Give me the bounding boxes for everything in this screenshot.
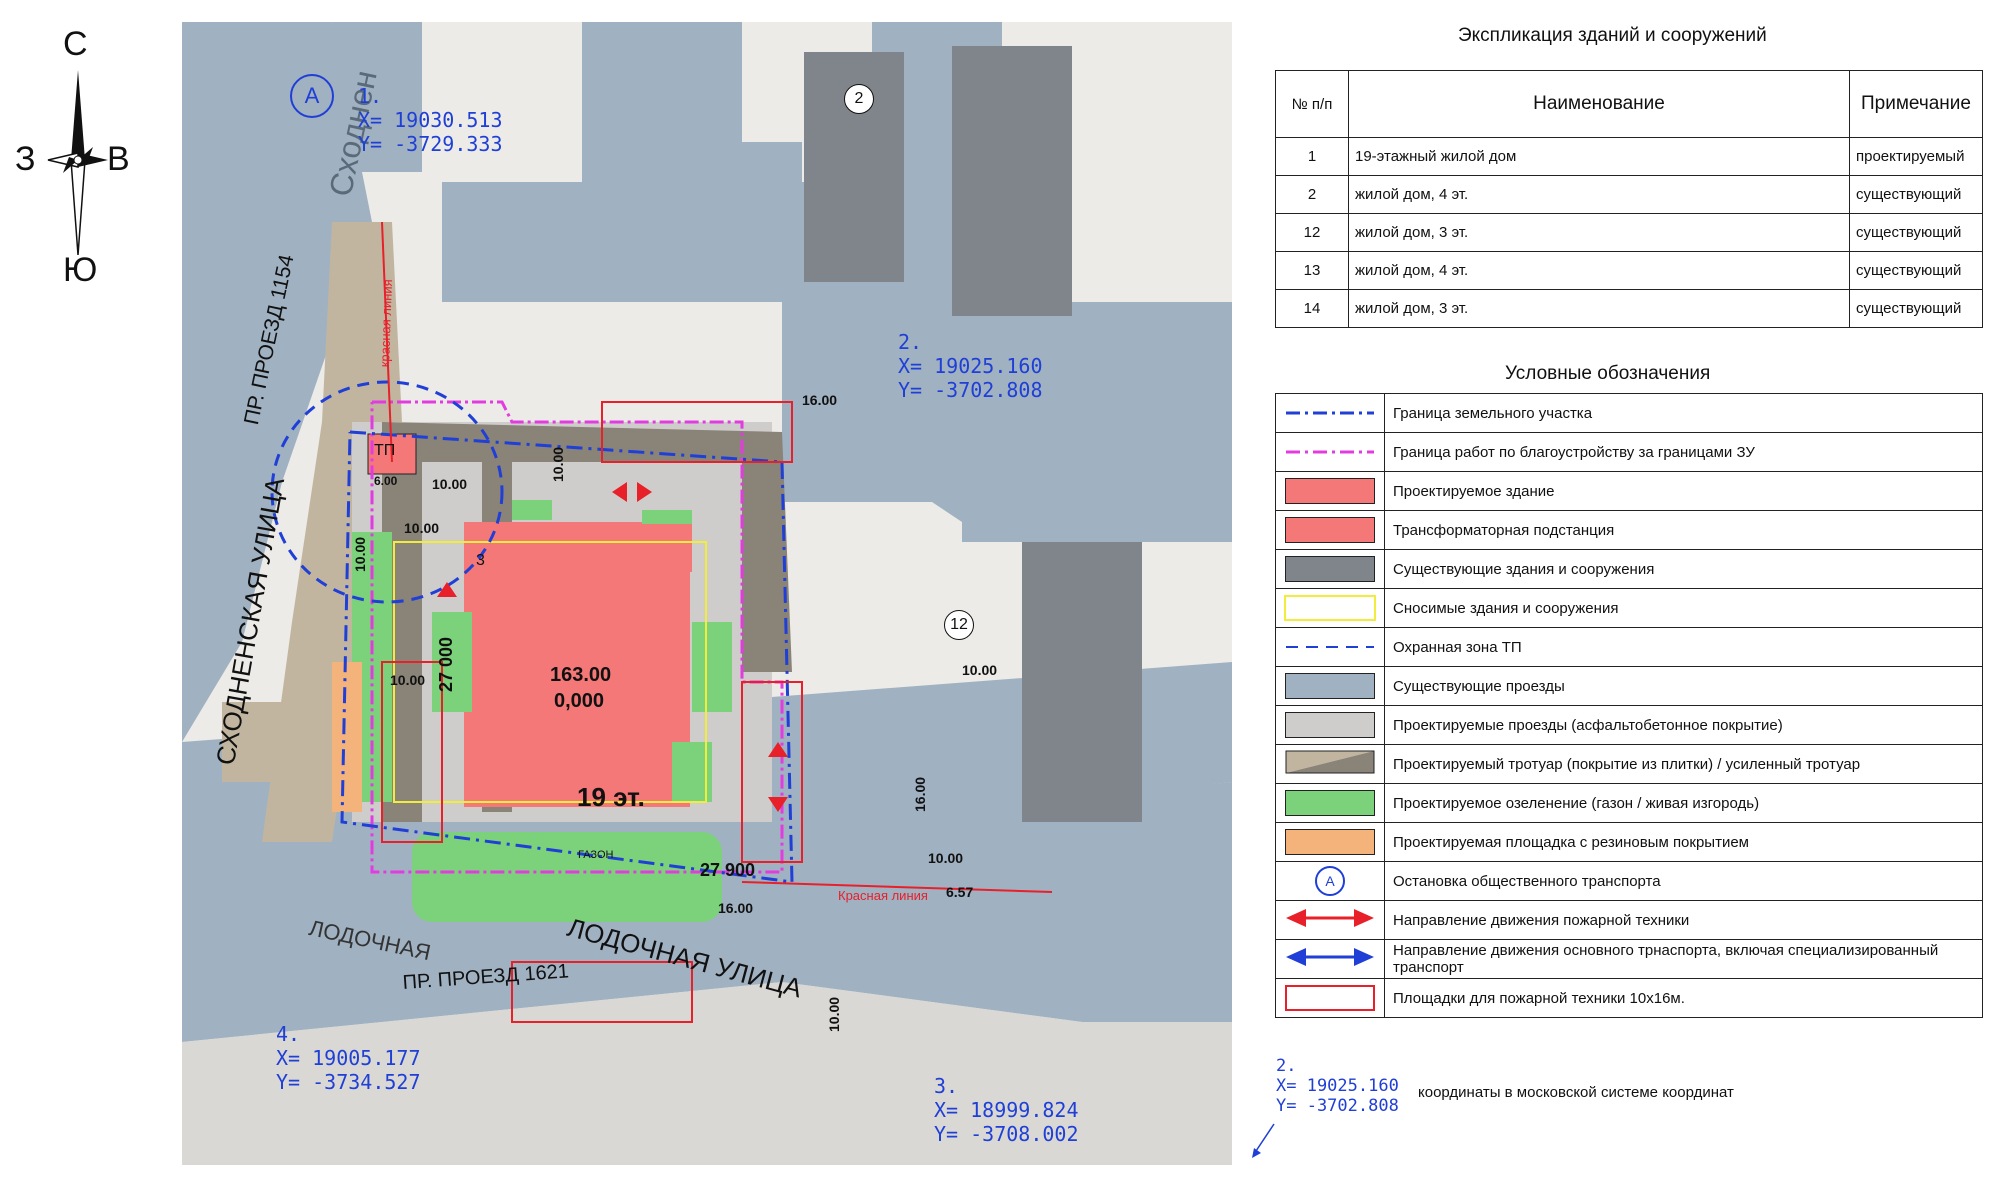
blue-gray-fill-swatch bbox=[1285, 673, 1375, 699]
dim-label: 10.00 bbox=[390, 672, 426, 688]
legend-table: Граница земельного участка Граница работ… bbox=[1275, 393, 1983, 1018]
explication-title: Экспликация зданий и сооружений bbox=[1458, 25, 1767, 46]
coordinate-point-4: 4. X= 19005.177 Y= -3734.527 bbox=[276, 1022, 421, 1094]
red-fill-swatch bbox=[1285, 517, 1375, 543]
red-arrow-icon bbox=[1286, 909, 1374, 927]
red-fill-swatch bbox=[1285, 478, 1375, 504]
legend-item: Проектируемое озеленение (газон / живая … bbox=[1275, 783, 1983, 823]
building-area-label: 163.00 bbox=[550, 664, 612, 686]
light-gray-fill-swatch bbox=[1285, 712, 1375, 738]
legend-item: Проектируемое здание bbox=[1275, 471, 1983, 511]
dim-label: 16.00 bbox=[802, 392, 838, 408]
explication-table: № п/п Наименование Примечание 1 19-этажн… bbox=[1275, 70, 1983, 328]
building-12-marker: 12 bbox=[944, 610, 974, 640]
legend-item: Существующие здания и сооружения bbox=[1275, 549, 1983, 589]
legend-title: Условные обозначения bbox=[1505, 363, 1711, 384]
col-header-name: Наименование bbox=[1348, 70, 1850, 138]
dim-label: 6.57 bbox=[946, 884, 974, 900]
table-row: 2 жилой дом, 4 эт. существующий bbox=[1275, 175, 1983, 214]
table-row: 1 19-этажный жилой дом проектируемый bbox=[1275, 137, 1983, 176]
legend-item: Существующие проезды bbox=[1275, 666, 1983, 706]
explication-header-row: № п/п Наименование Примечание bbox=[1275, 70, 1983, 138]
note-text: координаты в московской системе координа… bbox=[1418, 1084, 1734, 1101]
dim-label: 27 900 bbox=[700, 860, 756, 880]
legend-item: Направление движения пожарной техники bbox=[1275, 900, 1983, 940]
building-2-marker: 2 bbox=[844, 84, 874, 114]
compass-star-icon bbox=[47, 70, 108, 256]
legend-item: Трансформаторная подстанция bbox=[1275, 510, 1983, 550]
dim-label: 16.00 bbox=[912, 776, 928, 812]
green-fill-swatch bbox=[1285, 790, 1375, 816]
coordinate-point-2: 2. X= 19025.160 Y= -3702.808 bbox=[898, 330, 1043, 402]
zone-mark-label: 3 bbox=[476, 552, 485, 569]
dim-label: 10.00 bbox=[404, 520, 440, 536]
dashdot-blue-line-icon bbox=[1286, 411, 1374, 414]
dim-label: 10.00 bbox=[962, 662, 998, 678]
floors-label: 19 эт. bbox=[577, 782, 645, 812]
table-row: 12 жилой дом, 3 эт. существующий bbox=[1275, 213, 1983, 252]
red-outline-swatch bbox=[1285, 985, 1375, 1011]
dim-label: 6.00 bbox=[374, 474, 398, 488]
table-row: 13 жилой дом, 4 эт. существующий bbox=[1275, 251, 1983, 290]
legend-item: Сносимые здания и сооружения bbox=[1275, 588, 1983, 628]
legend-item: Площадки для пожарной техники 10х16м. bbox=[1275, 978, 1983, 1018]
legend-item: Проектируемый тротуар (покрытие из плитк… bbox=[1275, 744, 1983, 784]
red-line-label-vertical: красная линия bbox=[377, 279, 396, 368]
note-coordinate-sample: 2. X= 19025.160 Y= -3702.808 bbox=[1276, 1056, 1399, 1116]
red-line-label: Красная линия bbox=[838, 888, 928, 903]
legend-item: Проектируемые проезды (асфальтобетонное … bbox=[1275, 705, 1983, 745]
legend-item: Направление движения основного трнаспорт… bbox=[1275, 939, 1983, 979]
legend-item: Граница земельного участка bbox=[1275, 393, 1983, 433]
blue-arrow-icon bbox=[1286, 948, 1374, 966]
bus-stop-marker: A bbox=[290, 74, 334, 118]
dim-label: 10.00 bbox=[352, 536, 368, 572]
dim-label: 10.00 bbox=[928, 850, 964, 866]
legend-item: Граница работ по благоустройству за гран… bbox=[1275, 432, 1983, 472]
dashdot-magenta-line-icon bbox=[1286, 450, 1374, 453]
yellow-outline-swatch bbox=[1284, 595, 1376, 621]
gazon-label: ГАЗОН bbox=[578, 849, 614, 861]
legend-item: Проектируемая площадка с резиновым покры… bbox=[1275, 822, 1983, 862]
coordinate-point-1: 1. X= 19030.513 Y= -3729.333 bbox=[358, 84, 503, 156]
site-plan-map: СХОДНЕНСКАЯ УЛИЦА ПР. ПРОЕЗД 1154 ЛОДОЧН… bbox=[182, 22, 1232, 1165]
dim-label: 10.00 bbox=[550, 446, 566, 482]
tp-label: ТП bbox=[374, 442, 396, 459]
orange-fill-swatch bbox=[1285, 829, 1375, 855]
dim-label: 27 000 bbox=[436, 636, 456, 692]
legend-item: Охранная зона ТП bbox=[1275, 627, 1983, 667]
table-row: 14 жилой дом, 3 эт. существующий bbox=[1275, 289, 1983, 328]
dash-blue-line-icon bbox=[1286, 645, 1374, 648]
col-header-note: Примечание bbox=[1849, 70, 1983, 138]
zero-level-label: 0,000 bbox=[554, 690, 605, 712]
bus-stop-icon: A bbox=[1315, 866, 1345, 896]
dim-label: 10.00 bbox=[432, 476, 468, 492]
dim-label: 16.00 bbox=[718, 900, 754, 916]
legend-item: A Остановка общественного транспорта bbox=[1275, 861, 1983, 901]
note-arrow-icon bbox=[1252, 1123, 1275, 1158]
coordinate-point-3: 3. X= 18999.824 Y= -3708.002 bbox=[934, 1074, 1079, 1146]
col-header-num: № п/п bbox=[1275, 70, 1349, 138]
tan-split-swatch bbox=[1285, 750, 1375, 774]
gray-fill-swatch bbox=[1285, 556, 1375, 582]
compass-rose: С Ю З В bbox=[15, 25, 155, 295]
dim-label: 10.00 bbox=[826, 996, 842, 1032]
